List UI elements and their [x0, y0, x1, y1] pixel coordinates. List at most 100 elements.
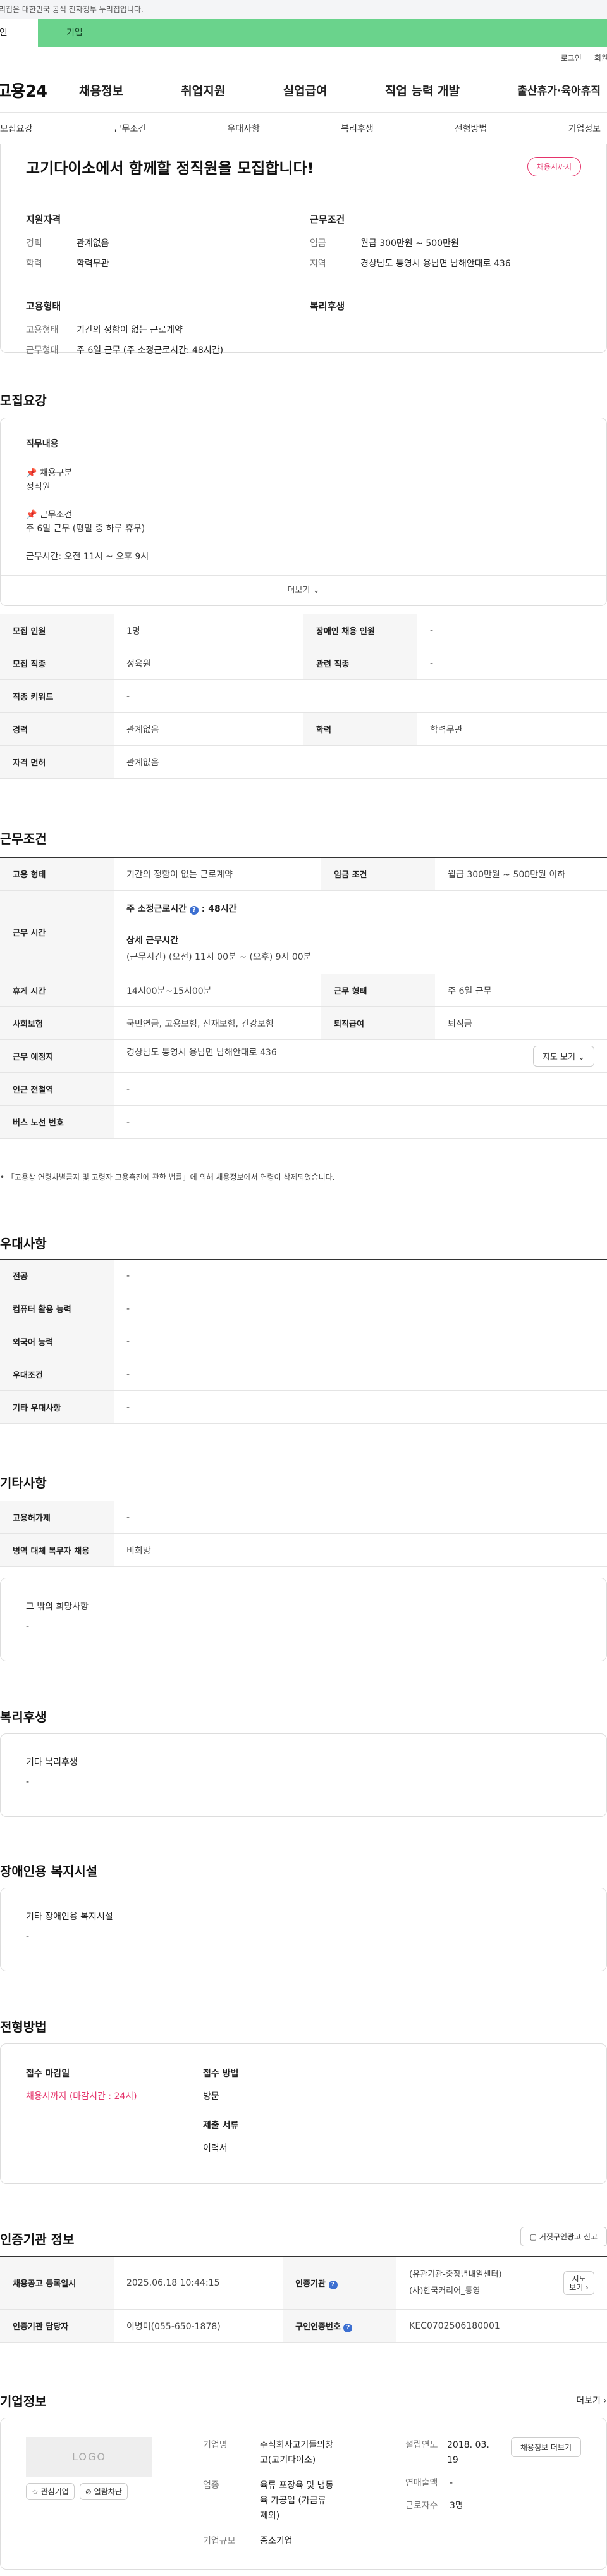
preference-section: 우대사항	[0, 1234, 607, 1252]
cert-map-button[interactable]: 지도 보기 ›	[563, 2270, 594, 2295]
table-row: 병역 대체 복무자 채용 비희망	[0, 1533, 607, 1567]
subnav-selection[interactable]: 전형방법	[455, 122, 487, 135]
map-button[interactable]: 지도 보기 ⌄	[532, 1046, 594, 1067]
org-line: (유관기관-중장년내일센터)	[409, 2269, 502, 2279]
signup-link[interactable]: 회원가입	[594, 53, 607, 63]
disability-title: 장애인용 복지시설	[0, 1864, 98, 1879]
kv-value: 월급 300만원 ~ 500만원	[360, 238, 459, 249]
gov-banner: 이 누리집은 대한민국 공식 전자정부 누리집입니다.	[0, 0, 607, 19]
gnb-item-jobs[interactable]: 채용정보	[79, 82, 123, 99]
table-header: 전공	[0, 1259, 114, 1292]
favorite-company-button[interactable]: ☆ 관심기업	[26, 2483, 75, 2500]
work-title: 근무조건	[310, 214, 345, 225]
document-icon: ▢	[529, 2232, 537, 2241]
table-header: 고용 형태	[0, 857, 114, 891]
help-icon[interactable]: ?	[328, 2280, 338, 2289]
table-row: 모집 인원 1명 장애인 채용 인원 -	[0, 614, 607, 647]
detail-hours-value: (근무시간) (오전) 11시 00분 ~ (오후) 9시 00분	[126, 951, 312, 962]
employment-block: 고용형태 고용형태 기간의 정함이 없는 근로계약 근무형태 주 6일 근무 (주 …	[26, 299, 297, 361]
subnav-welfare[interactable]: 복리후생	[341, 122, 374, 135]
kv-key: 경력	[26, 238, 42, 249]
table-cell: -	[114, 1259, 607, 1292]
job-title: 고기다이소에서 함께할 정직원을 모집합니다!	[26, 159, 314, 177]
table-cell: -	[114, 1072, 607, 1106]
table-cell: 14시00분~15시00분	[114, 974, 322, 1007]
table-header: 임금 조건	[321, 857, 436, 891]
gnb-menu: 채용정보 취업지원 실업급여 직업 능력 개발 출산휴가·육아휴직	[79, 82, 607, 99]
table-cell: -	[417, 614, 607, 647]
table-header: 자격 면허	[0, 745, 114, 779]
hours-value: : 48시간	[201, 903, 237, 914]
table-header: 직종 키워드	[0, 679, 114, 713]
site-logo[interactable]: 고용24	[0, 78, 79, 102]
subnav-preference[interactable]: 우대사항	[227, 122, 260, 135]
table-row: 인증기관 담당자 이병미(055-650-1878) 구인인증번호 ? KEC0…	[0, 2309, 607, 2343]
deadline-value: 채용시까지 (마감시간 : 24시)	[26, 2091, 137, 2102]
utility-bar: 로그인 회원가입	[0, 47, 607, 68]
table-cell: -	[114, 1105, 607, 1139]
selection-box: 접수 마감일 채용시까지 (마감시간 : 24시) 접수 방법 방문 제출 서류…	[0, 2043, 607, 2184]
preference-table: 전공 - 컴퓨터 활용 능력 - 외국어 능력 - 우대조건 - 기타 우대사항 -	[0, 1259, 607, 1424]
table-cell: -	[114, 1358, 607, 1391]
company-title: 기업정보	[0, 2394, 47, 2409]
table-header: 우대조건	[0, 1358, 114, 1391]
age-notice-text: 「고용상 연령차별금지 및 고령자 고용촉진에 관한 법률」에 의해 채용정보에…	[6, 1173, 335, 1182]
table-row: 직종 키워드 -	[0, 679, 607, 713]
preference-title: 우대사항	[0, 1236, 47, 1251]
table-header: 버스 노선 번호	[0, 1105, 114, 1139]
etc-hope-box: 그 밖의 희망사항 -	[0, 1578, 607, 1661]
tab-personal[interactable]: 개인	[0, 19, 38, 47]
gnb-item-employment-support[interactable]: 취업지원	[181, 82, 225, 99]
help-icon[interactable]: ?	[343, 2323, 353, 2332]
company-jobs-button[interactable]: 채용정보 더보기	[510, 2437, 581, 2457]
tab-company[interactable]: 기업	[38, 19, 607, 47]
gnb-item-unemployment[interactable]: 실업급여	[283, 82, 328, 99]
duty-line: 📌 근무조건	[26, 510, 73, 520]
subnav-recruit[interactable]: 모집요강	[0, 122, 33, 135]
subnav-company[interactable]: 기업정보	[568, 122, 601, 135]
chevron-right-icon: ›	[586, 2282, 589, 2292]
star-icon: ☆	[32, 2487, 39, 2496]
table-cell: 관계없음	[114, 745, 607, 779]
company-more-link[interactable]: 더보기 ›	[576, 2394, 607, 2406]
kv-value: 경상남도 통영시 용남면 남해안대로 436	[360, 259, 511, 269]
table-cell: 이병미(055-650-1878)	[114, 2309, 283, 2343]
hours-prefix: 주 소정근로시간	[126, 903, 187, 914]
duty-content: 📌 채용구분 정직원 📌 근무조건 주 6일 근무 (평일 중 하루 휴무) 근…	[26, 466, 581, 564]
table-row: 고용허가제 -	[0, 1501, 607, 1534]
kv-key: 기업명	[203, 2440, 228, 2450]
section-nav: 모집요강 근무조건 우대사항 복리후생 전형방법 기업정보	[0, 113, 607, 144]
login-link[interactable]: 로그인	[561, 53, 582, 63]
table-cell: 기간의 정함이 없는 근로계약	[114, 857, 322, 891]
report-button[interactable]: ▢ 거짓구인광고 신고	[520, 2227, 607, 2246]
disability-box: 기타 장애인용 복지시설 -	[0, 1888, 607, 1971]
table-header: 고용허가제	[0, 1501, 114, 1534]
kv-key: 임금	[310, 238, 326, 249]
hours-cell: 주 소정근로시간 ? : 48시간 상세 근무시간 (근무시간) (오전) 11…	[114, 890, 607, 974]
employment-title: 고용형태	[26, 300, 61, 312]
company-sales: -	[450, 2478, 453, 2488]
table-header: 사회보험	[0, 1006, 114, 1040]
table-header: 모집 직종	[0, 647, 114, 680]
block-company-button[interactable]: ⊘ 열람차단	[79, 2483, 128, 2500]
subnav-conditions[interactable]: 근무조건	[114, 122, 147, 135]
kv-key: 고용형태	[26, 325, 59, 335]
company-box: LOGO ☆ 관심기업 ⊘ 열람차단 기업명 주식회사고기들의창고(고기다이소) …	[0, 2418, 607, 2570]
table-row: 자격 면허 관계없음	[0, 745, 607, 779]
table-cell: -	[114, 1292, 607, 1325]
table-cell: -	[417, 647, 607, 680]
table-cell: -	[114, 679, 607, 713]
cert-title: 인증기관 정보	[0, 2232, 75, 2247]
selection-title: 전형방법	[0, 2019, 47, 2034]
welfare-section: 복리후생	[0, 1707, 607, 1725]
table-cell: 비희망	[114, 1533, 607, 1567]
gnb-item-leave[interactable]: 출산휴가·육아휴직	[517, 82, 601, 99]
etc-hope-value: -	[26, 1621, 30, 1632]
gnb-item-training[interactable]: 직업 능력 개발	[385, 82, 460, 99]
etc-section: 기타사항	[0, 1473, 607, 1491]
top-tabs: 개인 기업	[0, 19, 607, 47]
duty-more-button[interactable]: 더보기 ⌄	[1, 575, 606, 605]
table-header: 기타 우대사항	[0, 1390, 114, 1424]
help-icon[interactable]: ?	[189, 905, 199, 915]
welfare-box-value: -	[26, 1777, 30, 1787]
